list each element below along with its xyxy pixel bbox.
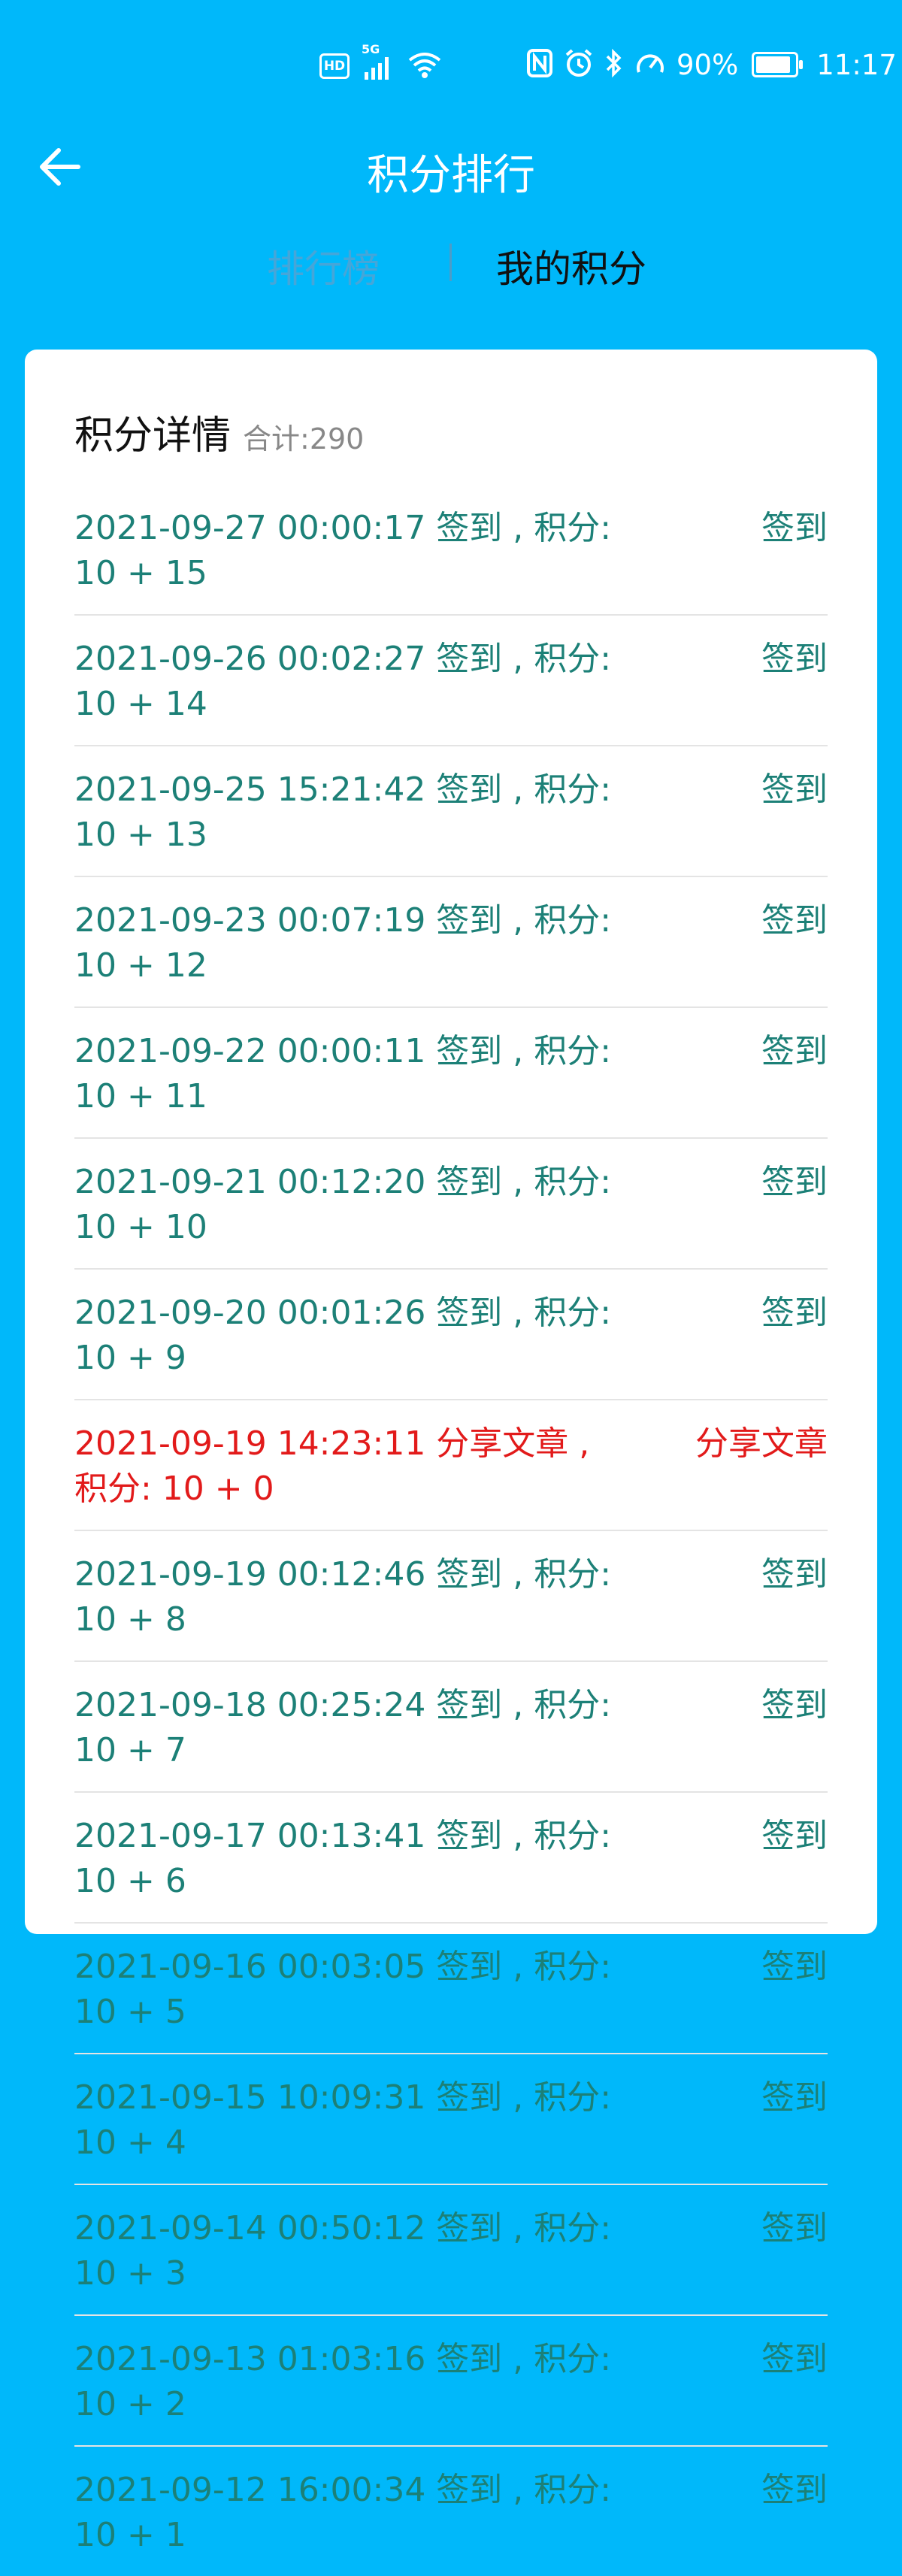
record-text: 2021-09-14 00:50:12 签到 , 积分: 10 + 3: [74, 2209, 612, 2293]
list-item[interactable]: 2021-09-19 00:12:46 签到 , 积分: 10 + 8 签到: [74, 1531, 828, 1662]
list-item[interactable]: 2021-09-16 00:03:05 签到 , 积分: 10 + 5 签到: [74, 1924, 828, 2054]
record-text: 2021-09-12 16:00:34 签到 , 积分: 10 + 1: [74, 2471, 612, 2554]
speedometer-icon: [634, 48, 666, 81]
network-type-label: 5G: [362, 42, 380, 56]
list-item[interactable]: 2021-09-12 16:00:34 签到 , 积分: 10 + 1 签到: [74, 2447, 828, 2576]
list-item[interactable]: 2021-09-14 00:50:12 签到 , 积分: 10 + 3 签到: [74, 2185, 828, 2316]
record-text: 2021-09-27 00:00:17 签到 , 积分: 10 + 15: [74, 509, 612, 592]
signal-icon: 5G: [362, 42, 395, 81]
tab-divider: [449, 244, 452, 281]
record-type: 签到: [761, 770, 828, 809]
record-type: 签到: [761, 2340, 828, 2378]
record-type: 签到: [761, 1294, 828, 1332]
record-type: 签到: [761, 2078, 828, 2117]
tab-my-points[interactable]: 我的积分: [496, 239, 646, 293]
record-type: 签到: [761, 509, 828, 547]
card-title: 积分详情: [74, 413, 232, 459]
alarm-icon: [564, 48, 594, 81]
list-item[interactable]: 2021-09-18 00:25:24 签到 , 积分: 10 + 7 签到: [74, 1662, 828, 1793]
record-type: 分享文章: [695, 1424, 828, 1463]
nfc-icon: [526, 48, 553, 81]
record-list: 2021-09-27 00:00:17 签到 , 积分: 10 + 15 签到 2…: [74, 485, 828, 2576]
list-item[interactable]: 2021-09-13 01:03:16 签到 , 积分: 10 + 2 签到: [74, 2316, 828, 2447]
record-text: 2021-09-23 00:07:19 签到 , 积分: 10 + 12: [74, 901, 612, 985]
record-text: 2021-09-13 01:03:16 签到 , 积分: 10 + 2: [74, 2340, 612, 2423]
record-text: 2021-09-16 00:03:05 签到 , 积分: 10 + 5: [74, 1948, 612, 2031]
record-text: 2021-09-19 14:23:11 分享文章 , 积分: 10 + 0: [74, 1424, 590, 1508]
list-item[interactable]: 2021-09-26 00:02:27 签到 , 积分: 10 + 14 签到: [74, 616, 828, 746]
hd-badge: HD: [319, 53, 350, 79]
bluetooth-icon: [604, 48, 624, 81]
battery-icon: [752, 52, 804, 77]
record-type: 签到: [761, 2471, 828, 2509]
record-type: 签到: [761, 2209, 828, 2248]
record-type: 签到: [761, 901, 828, 940]
list-item[interactable]: 2021-09-17 00:13:41 签到 , 积分: 10 + 6 签到: [74, 1793, 828, 1924]
record-type: 签到: [761, 1948, 828, 1986]
card-header: 积分详情 合计: 290: [74, 404, 364, 460]
clock: 11:17: [816, 48, 897, 81]
list-item[interactable]: 2021-09-23 00:07:19 签到 , 积分: 10 + 12 签到: [74, 877, 828, 1008]
record-text: 2021-09-25 15:21:42 签到 , 积分: 10 + 13: [74, 770, 612, 854]
status-icons-right: 90% 11:17: [526, 48, 897, 81]
record-text: 2021-09-20 00:01:26 签到 , 积分: 10 + 9: [74, 1294, 612, 1377]
list-item[interactable]: 2021-09-25 15:21:42 签到 , 积分: 10 + 13 签到: [74, 746, 828, 877]
record-type: 签到: [761, 1817, 828, 1855]
record-text: 2021-09-19 00:12:46 签到 , 积分: 10 + 8: [74, 1555, 612, 1639]
list-item[interactable]: 2021-09-15 10:09:31 签到 , 积分: 10 + 4 签到: [74, 2054, 828, 2185]
record-text: 2021-09-21 00:12:20 签到 , 积分: 10 + 10: [74, 1163, 612, 1246]
status-icons-left: HD 5G: [319, 42, 443, 83]
tab-ranking[interactable]: 排行榜: [267, 239, 380, 293]
list-item-share[interactable]: 2021-09-19 14:23:11 分享文章 , 积分: 10 + 0 分享文…: [74, 1400, 828, 1531]
list-item[interactable]: 2021-09-20 00:01:26 签到 , 积分: 10 + 9 签到: [74, 1270, 828, 1400]
battery-percent: 90%: [676, 48, 739, 81]
list-item[interactable]: 2021-09-27 00:00:17 签到 , 积分: 10 + 15 签到: [74, 485, 828, 616]
record-text: 2021-09-15 10:09:31 签到 , 积分: 10 + 4: [74, 2078, 612, 2162]
wifi-icon: [407, 50, 443, 83]
record-type: 签到: [761, 1032, 828, 1070]
list-item[interactable]: 2021-09-21 00:12:20 签到 , 积分: 10 + 10 签到: [74, 1139, 828, 1270]
status-bar: HD 5G 90% 11:17: [0, 0, 902, 132]
record-text: 2021-09-22 00:00:11 签到 , 积分: 10 + 11: [74, 1032, 612, 1115]
record-text: 2021-09-17 00:13:41 签到 , 积分: 10 + 6: [74, 1817, 612, 1900]
record-type: 签到: [761, 1686, 828, 1724]
record-text: 2021-09-18 00:25:24 签到 , 积分: 10 + 7: [74, 1686, 612, 1769]
record-type: 签到: [761, 640, 828, 678]
total-label: 合计:: [243, 422, 310, 456]
record-type: 签到: [761, 1163, 828, 1201]
record-type: 签到: [761, 1555, 828, 1594]
tab-bar: 排行榜 我的积分: [0, 239, 902, 292]
points-detail-card: 积分详情 合计: 290 2021-09-27 00:00:17 签到 , 积分…: [25, 350, 877, 2554]
list-item[interactable]: 2021-09-22 00:00:11 签到 , 积分: 10 + 11 签到: [74, 1008, 828, 1139]
record-text: 2021-09-26 00:02:27 签到 , 积分: 10 + 14: [74, 640, 612, 723]
battery-fill: [756, 56, 790, 73]
page-title: 积分排行: [367, 151, 535, 200]
total-value: 290: [309, 422, 365, 456]
